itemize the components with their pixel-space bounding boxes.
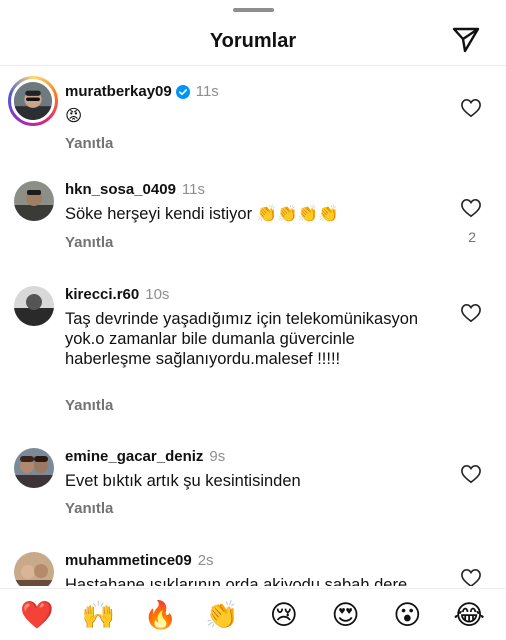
comment-item: hkn_sosa_0409 11s Söke herşeyi kendi ist… xyxy=(0,176,506,276)
reaction-fire[interactable]: 🔥 xyxy=(140,599,180,631)
reply-button[interactable]: Yanıtla xyxy=(65,135,113,152)
comment-time: 10s xyxy=(145,286,170,303)
heart-outline-icon[interactable] xyxy=(460,98,482,118)
comment-username[interactable]: muratberkay09 xyxy=(65,83,172,100)
avatar-image xyxy=(14,286,54,326)
avatar-image xyxy=(14,181,54,221)
reply-button[interactable]: Yanıtla xyxy=(65,397,113,414)
avatar[interactable] xyxy=(14,552,54,586)
reaction-clap[interactable]: 👏 xyxy=(202,599,242,631)
comment-item: muhammetince09 2s Hastahane ışıklarının … xyxy=(0,550,506,586)
comment-username[interactable]: emine_gacar_deniz xyxy=(65,448,203,465)
reaction-crying[interactable]: 😢 xyxy=(264,599,304,631)
header: Yorumlar xyxy=(0,20,506,62)
comment-username[interactable]: hkn_sosa_0409 xyxy=(65,181,176,198)
avatar[interactable] xyxy=(14,448,54,488)
avatar-image xyxy=(14,448,54,488)
comments-sheet: Yorumlar muratberkay09 11s 😡 Yanıtla hkn… xyxy=(0,0,506,640)
comment-username[interactable]: muhammetince09 xyxy=(65,552,192,569)
comment-text: Hastahane ışıklarının orda akiyodu sabah… xyxy=(65,576,408,586)
reply-button[interactable]: Yanıtla xyxy=(65,234,113,251)
share-button[interactable] xyxy=(450,24,482,56)
avatar-image xyxy=(14,552,54,586)
comment-text: Taş devrinde yaşadığımız için telekomüni… xyxy=(65,310,419,368)
like-count: 2 xyxy=(468,229,476,245)
comment-username[interactable]: kirecci.r60 xyxy=(65,286,139,303)
avatar[interactable] xyxy=(14,181,54,221)
comment-item: emine_gacar_deniz 9s Evet bıktık artık ş… xyxy=(0,445,506,525)
comment-text: 😡 xyxy=(65,107,83,125)
comment-list[interactable]: muratberkay09 11s 😡 Yanıtla hkn_sosa_040… xyxy=(0,66,506,586)
comment-text: Söke herşeyi kendi istiyor 👏👏👏👏 xyxy=(65,205,339,223)
page-title: Yorumlar xyxy=(209,29,297,52)
comment-meta: hkn_sosa_0409 11s xyxy=(65,181,205,198)
comment-text: Evet bıktık artık şu kesintisinden xyxy=(65,472,301,490)
verified-badge-icon xyxy=(175,84,190,99)
avatar-image xyxy=(14,82,52,120)
reaction-surprised[interactable]: 😮 xyxy=(387,599,427,631)
reaction-raised-hands[interactable]: 🙌 xyxy=(79,599,119,631)
reaction-bar: ❤️ 🙌 🔥 👏 😢 😍 😮 😂 xyxy=(0,588,506,640)
comment-time: 11s xyxy=(195,83,219,100)
avatar[interactable] xyxy=(8,76,58,126)
avatar[interactable] xyxy=(14,286,54,326)
reaction-heart-eyes[interactable]: 😍 xyxy=(326,599,366,631)
reaction-heart[interactable]: ❤️ xyxy=(17,599,57,631)
reaction-laughing[interactable]: 😂 xyxy=(449,599,489,631)
comment-time: 11s xyxy=(181,181,205,198)
heart-outline-icon[interactable] xyxy=(460,303,482,323)
drag-handle[interactable] xyxy=(233,8,274,12)
comment-meta: muratberkay09 11s xyxy=(65,83,219,100)
comment-item: muratberkay09 11s 😡 Yanıtla xyxy=(0,72,506,164)
comment-time: 2s xyxy=(197,552,214,569)
reply-button[interactable]: Yanıtla xyxy=(65,500,113,517)
heart-outline-icon[interactable] xyxy=(460,198,482,218)
comment-meta: emine_gacar_deniz 9s xyxy=(65,448,225,465)
heart-outline-icon[interactable] xyxy=(460,464,482,484)
comment-meta: kirecci.r60 10s xyxy=(65,286,169,303)
heart-outline-icon[interactable] xyxy=(460,568,482,586)
comment-meta: muhammetince09 2s xyxy=(65,552,214,569)
comment-time: 9s xyxy=(209,448,226,465)
paper-plane-icon xyxy=(452,27,480,53)
comment-item: kirecci.r60 10s Taş devrinde yaşadığımız… xyxy=(0,281,506,421)
